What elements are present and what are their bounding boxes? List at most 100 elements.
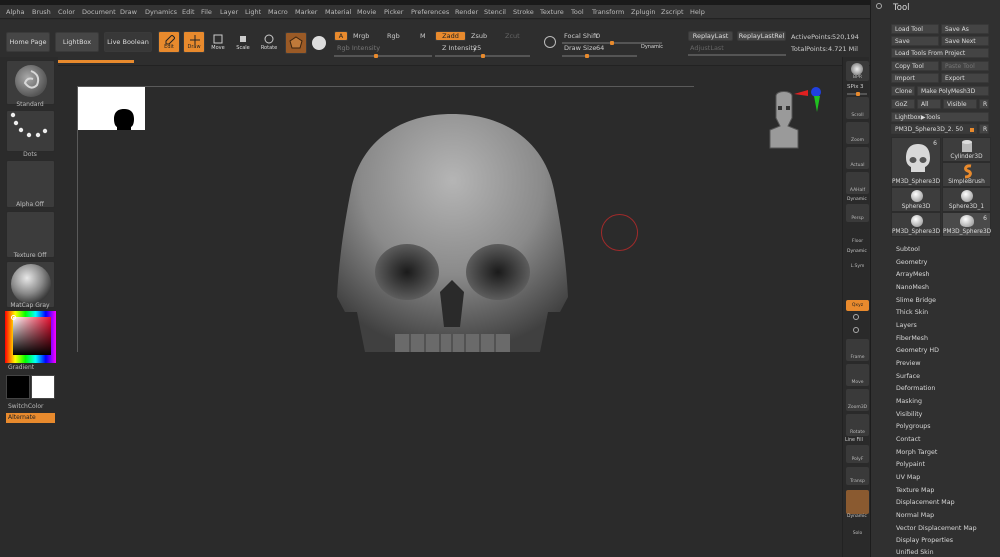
solo-button[interactable]: Solo xyxy=(846,521,869,537)
subpalette-slime-bridge[interactable]: Slime Bridge xyxy=(896,297,936,304)
subpalette-unified-skin[interactable]: Unified Skin xyxy=(896,549,934,556)
alternate-button[interactable]: Alternate xyxy=(6,413,55,423)
bpr-button[interactable]: BPR xyxy=(846,61,869,81)
subpalette-contact[interactable]: Contact xyxy=(896,436,921,443)
adjust-last-slider[interactable] xyxy=(688,54,786,56)
save-next-button[interactable]: Save Next xyxy=(941,36,989,46)
menu-render[interactable]: Render xyxy=(455,8,478,16)
save-as-button[interactable]: Save As xyxy=(941,24,989,34)
dynamic-toggle[interactable]: Dynamic xyxy=(641,45,663,50)
menu-movie[interactable]: Movie xyxy=(357,8,376,16)
navigation-gyro[interactable] xyxy=(764,86,826,152)
subpalette-deformation[interactable]: Deformation xyxy=(896,385,935,392)
menu-dynamics[interactable]: Dynamics xyxy=(145,8,177,16)
skull-model[interactable] xyxy=(335,112,570,354)
texture-thumbnail[interactable] xyxy=(6,211,55,258)
color-square[interactable] xyxy=(13,317,51,355)
tool-tile-pm3d-sphere3d-3[interactable]: 6 PM3D_Sphere3D xyxy=(942,212,991,237)
menu-zscript[interactable]: Zscript xyxy=(661,8,684,16)
subpalette-masking[interactable]: Masking xyxy=(896,398,922,405)
subpalette-layers[interactable]: Layers xyxy=(896,322,917,329)
subpalette-subtool[interactable]: Subtool xyxy=(896,246,920,253)
adjust-last-label[interactable]: AdjustLast xyxy=(690,45,724,52)
subpalette-uv-map[interactable]: UV Map xyxy=(896,474,920,481)
current-tool-r-button[interactable]: R xyxy=(979,124,989,134)
ghost-button[interactable] xyxy=(846,490,869,514)
menu-stencil[interactable]: Stencil xyxy=(484,8,506,16)
current-tool-slider[interactable]: PM3D_Sphere3D_2. 50 xyxy=(891,124,977,134)
zoom-button[interactable]: Zoom xyxy=(846,122,869,144)
aahalf-button[interactable]: AAHalf xyxy=(846,172,869,194)
menu-material[interactable]: Material xyxy=(325,8,351,16)
menu-file[interactable]: File xyxy=(201,8,212,16)
y-axis-icon[interactable] xyxy=(853,314,859,320)
export-button[interactable]: Export xyxy=(941,73,989,83)
menu-transform[interactable]: Transform xyxy=(592,8,624,16)
brush-thumbnail[interactable] xyxy=(6,60,55,105)
menu-picker[interactable]: Picker xyxy=(384,8,403,16)
subpalette-fibermesh[interactable]: FiberMesh xyxy=(896,335,928,342)
sculptris-pro-icon[interactable] xyxy=(544,36,556,48)
navigation-thumbnail[interactable] xyxy=(78,87,145,130)
actual-button[interactable]: Actual xyxy=(846,147,869,169)
lightbox-tools-button[interactable]: Lightbox▶Tools xyxy=(891,112,989,122)
draw-mode-button[interactable]: Draw xyxy=(183,31,205,53)
paste-tool-button[interactable]: Paste Tool xyxy=(941,61,989,71)
tool-tile-pm3d-sphere3d-2[interactable]: PM3D_Sphere3D xyxy=(891,212,941,237)
menu-preferences[interactable]: Preferences xyxy=(411,8,449,16)
floor-button[interactable]: Floor xyxy=(846,227,869,245)
tool-tile-cylinder3d[interactable]: Cylinder3D xyxy=(942,137,991,162)
menu-stroke[interactable]: Stroke xyxy=(513,8,534,16)
tool-tile-sphere3d[interactable]: Sphere3D xyxy=(891,187,941,212)
secondary-color-swatch[interactable] xyxy=(6,375,30,399)
color-cursor-icon[interactable] xyxy=(11,315,16,320)
subpalette-preview[interactable]: Preview xyxy=(896,360,921,367)
draw-size-slider[interactable] xyxy=(562,54,637,58)
scale-mode-button[interactable]: Scale xyxy=(232,31,254,53)
a-button[interactable]: A xyxy=(334,31,348,41)
z-axis-icon[interactable] xyxy=(853,327,859,333)
menu-draw[interactable]: Draw xyxy=(120,8,137,16)
make-polymesh3d-button[interactable]: Make PolyMesh3D xyxy=(917,86,989,96)
rotate-mode-button[interactable]: Rotate xyxy=(258,31,280,53)
rgb-intensity-slider[interactable] xyxy=(334,54,432,58)
m-button[interactable]: M xyxy=(420,33,426,40)
subpalette-geometry-hd[interactable]: Geometry HD xyxy=(896,347,939,354)
menu-edit[interactable]: Edit xyxy=(182,8,195,16)
lsym-button[interactable]: L.Sym xyxy=(846,256,869,270)
replay-last-rel-button[interactable]: ReplayLastRel xyxy=(737,31,786,41)
color-picker[interactable] xyxy=(5,311,56,363)
subpalette-vector-displacement-map[interactable]: Vector Displacement Map xyxy=(896,525,977,532)
spix-slider[interactable] xyxy=(847,92,867,96)
subpalette-arraymesh[interactable]: ArrayMesh xyxy=(896,271,930,278)
zsub-button[interactable]: Zsub xyxy=(471,33,487,40)
goz-button[interactable]: GoZ xyxy=(891,99,915,109)
subpalette-display-properties[interactable]: Display Properties xyxy=(896,537,953,544)
menu-brush[interactable]: Brush xyxy=(32,8,51,16)
polyframe-button[interactable] xyxy=(285,32,307,54)
clone-button[interactable]: Clone xyxy=(891,86,915,96)
subpalette-nanomesh[interactable]: NanoMesh xyxy=(896,284,929,291)
transp-button[interactable]: Transp xyxy=(846,467,869,485)
goz-r-button[interactable]: R xyxy=(979,99,989,109)
menu-light[interactable]: Light xyxy=(245,8,261,16)
zadd-button[interactable]: Zadd xyxy=(435,31,466,41)
subpalette-geometry[interactable]: Geometry xyxy=(896,259,927,266)
material-sphere-icon[interactable] xyxy=(312,36,326,50)
load-tools-from-project-button[interactable]: Load Tools From Project xyxy=(891,48,989,58)
copy-tool-button[interactable]: Copy Tool xyxy=(891,61,939,71)
subpalette-polygroups[interactable]: Polygroups xyxy=(896,423,930,430)
zcut-button[interactable]: Zcut xyxy=(505,33,520,40)
current-tool-slider-knob[interactable] xyxy=(970,128,974,132)
menu-zplugin[interactable]: Zplugin xyxy=(631,8,656,16)
move-mode-button[interactable]: Move xyxy=(207,31,229,53)
polyf-button[interactable]: PolyF xyxy=(846,445,869,463)
z-intensity-slider[interactable] xyxy=(435,54,530,58)
menu-alpha[interactable]: Alpha xyxy=(6,8,24,16)
mrgb-button[interactable]: Mrgb xyxy=(353,33,369,40)
subpalette-polypaint[interactable]: Polypaint xyxy=(896,461,925,468)
stroke-thumbnail[interactable] xyxy=(6,110,55,152)
goz-visible-button[interactable]: Visible xyxy=(943,99,977,109)
import-button[interactable]: Import xyxy=(891,73,939,83)
menu-document[interactable]: Document xyxy=(82,8,116,16)
